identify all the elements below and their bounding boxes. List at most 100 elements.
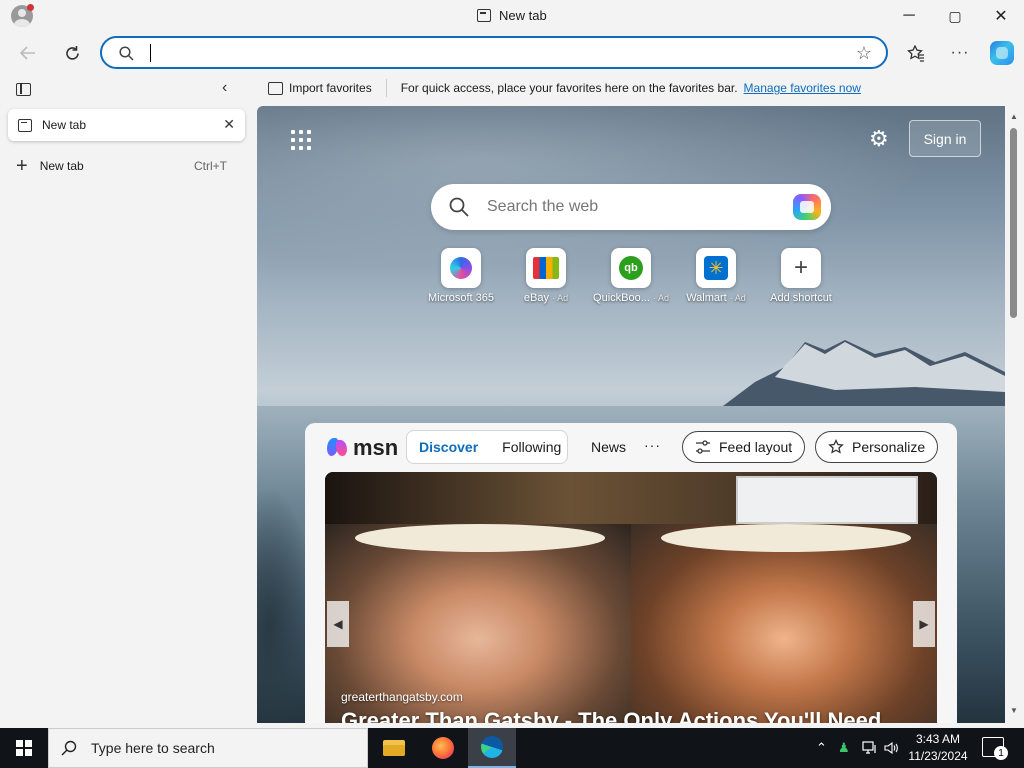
copilot-search-icon[interactable] xyxy=(793,194,821,220)
taskbar-firefox[interactable] xyxy=(419,728,467,768)
shortcut-walmart[interactable]: ✳ Walmart · Ad xyxy=(674,248,758,304)
minimize-button[interactable]: ─ xyxy=(886,0,932,32)
shortcut-label: Walmart · Ad xyxy=(686,292,746,304)
feed-layout-label: Feed layout xyxy=(719,439,793,455)
microsoft-365-icon xyxy=(450,257,472,279)
shortcut-label: Microsoft 365 xyxy=(427,292,495,304)
address-input[interactable] xyxy=(148,44,828,62)
story-source: greaterthangatsby.com xyxy=(341,690,463,704)
msn-logo[interactable]: msn xyxy=(327,435,398,461)
speaker-icon xyxy=(884,741,898,755)
add-shortcut-button[interactable]: + Add shortcut xyxy=(759,248,843,304)
tab-discover[interactable]: Discover xyxy=(407,439,490,455)
msn-butterfly-icon xyxy=(327,438,349,458)
tab-actions-menu-icon[interactable] xyxy=(16,83,31,96)
refresh-button[interactable] xyxy=(56,37,88,69)
copilot-icon[interactable] xyxy=(990,41,1014,65)
favorites-bar: Import favorites For quick access, place… xyxy=(258,74,1024,102)
hat-shape-right xyxy=(661,524,911,552)
feed-tab-group: Discover Following xyxy=(406,430,568,464)
taskbar-search-box[interactable]: Type here to search xyxy=(48,728,368,768)
background-mountain-image xyxy=(715,340,1005,412)
page-settings-gear-icon[interactable]: ⚙ xyxy=(869,126,889,152)
taskbar-file-explorer[interactable] xyxy=(370,728,418,768)
search-icon xyxy=(119,46,134,61)
volume-icon[interactable] xyxy=(884,728,900,768)
shortcut-tile: qb xyxy=(611,248,651,288)
carousel-next-button[interactable]: ▶ xyxy=(913,601,935,647)
feed-layout-button[interactable]: Feed layout xyxy=(682,431,806,463)
web-search-box[interactable] xyxy=(431,184,831,230)
hero-story-card[interactable]: ◀ ▶ greaterthangatsby.com Greater Than G… xyxy=(325,472,937,723)
new-tab-shortcut: Ctrl+T xyxy=(194,159,227,173)
quickbooks-icon: qb xyxy=(619,256,643,280)
walmart-icon: ✳ xyxy=(704,256,728,280)
favorites-button[interactable] xyxy=(900,37,932,69)
clock-date: 11/23/2024 xyxy=(908,749,968,763)
shortcut-quickbooks[interactable]: qb QuickBoo... · Ad xyxy=(589,248,673,304)
more-categories-button[interactable]: ··· xyxy=(644,437,661,453)
shortcut-tile xyxy=(441,248,481,288)
maximize-button[interactable]: ▢ xyxy=(932,0,978,32)
taskbar-search-placeholder: Type here to search xyxy=(91,740,215,756)
shortcut-tile xyxy=(526,248,566,288)
taskbar-clock[interactable]: 3:43 AM 11/23/2024 xyxy=(906,731,970,765)
notification-count-badge: 1 xyxy=(994,746,1008,760)
tab-following[interactable]: Following xyxy=(490,439,573,455)
favorites-star-list-icon xyxy=(907,44,924,62)
collapse-pane-chevron-left-icon[interactable]: ‹ xyxy=(222,79,227,97)
sidebar-tab-new-tab[interactable]: New tab ✕ xyxy=(8,109,245,141)
taskbar-edge[interactable] xyxy=(468,728,516,768)
profile-notification-dot xyxy=(27,4,34,11)
people-network-icon[interactable]: ♟ xyxy=(838,728,850,768)
web-search-input[interactable] xyxy=(487,197,777,217)
tab-icon xyxy=(18,118,32,132)
hero-image-right xyxy=(631,524,937,723)
carousel-prev-button[interactable]: ◀ xyxy=(327,601,349,647)
personalize-button[interactable]: Personalize xyxy=(815,431,939,463)
import-icon xyxy=(268,81,283,95)
settings-more-button[interactable]: ··· xyxy=(944,37,976,69)
address-bar[interactable]: ☆ xyxy=(100,36,888,69)
import-favorites-button[interactable]: Import favorites xyxy=(258,79,387,97)
search-icon xyxy=(61,740,77,756)
back-button[interactable] xyxy=(12,37,44,69)
browser-toolbar: ☆ ··· xyxy=(0,32,1024,74)
vertical-tabs-sidebar: ‹ New tab ✕ + New tab Ctrl+T xyxy=(0,74,252,728)
scrollbar-thumb[interactable] xyxy=(1010,128,1017,318)
search-icon xyxy=(449,197,469,217)
firefox-icon xyxy=(432,737,454,759)
window-title: New tab xyxy=(499,8,547,23)
hat-shape-left xyxy=(355,524,605,552)
ebay-icon xyxy=(533,257,559,279)
page-scrollbar[interactable]: ▲ ▼ xyxy=(1005,106,1024,723)
sign-in-button[interactable]: Sign in xyxy=(909,120,981,157)
windows-taskbar: Type here to search ⌃ ♟ 3:43 AM 11/23/20… xyxy=(0,728,1024,768)
start-button[interactable] xyxy=(0,728,48,768)
sparkle-star-icon xyxy=(828,439,844,454)
add-favorite-star-icon[interactable]: ☆ xyxy=(856,43,872,64)
title-bar: New tab ─ ▢ ✕ xyxy=(0,0,1024,32)
msn-feed: msn Discover Following News ··· Feed lay… xyxy=(305,423,957,723)
new-tab-button[interactable]: + New tab Ctrl+T xyxy=(8,151,245,181)
windows-logo-icon xyxy=(16,740,32,756)
ad-thumbnail xyxy=(736,476,918,524)
ellipsis-icon: ··· xyxy=(950,44,970,61)
shortcut-microsoft-365[interactable]: Microsoft 365 xyxy=(419,248,503,304)
scroll-up-arrow-icon[interactable]: ▲ xyxy=(1010,112,1018,121)
app-launcher-icon[interactable] xyxy=(291,130,311,150)
story-title[interactable]: Greater Than Gatsby - The Only Actions Y… xyxy=(341,708,881,723)
show-hidden-icons-chevron-icon[interactable]: ⌃ xyxy=(816,728,827,768)
network-icon[interactable] xyxy=(862,728,878,768)
personalize-label: Personalize xyxy=(852,439,926,455)
manage-favorites-link[interactable]: Manage favorites now xyxy=(744,81,861,95)
close-button[interactable]: ✕ xyxy=(978,0,1024,32)
tab-icon xyxy=(477,9,491,22)
favorites-bar-message: For quick access, place your favorites h… xyxy=(400,81,738,95)
scroll-down-arrow-icon[interactable]: ▼ xyxy=(1010,706,1018,715)
shortcut-ebay[interactable]: eBay · Ad xyxy=(504,248,588,304)
tab-news[interactable]: News xyxy=(591,439,626,455)
close-tab-icon[interactable]: ✕ xyxy=(223,116,235,133)
sliders-icon xyxy=(696,440,710,454)
clock-time: 3:43 AM xyxy=(915,732,961,746)
